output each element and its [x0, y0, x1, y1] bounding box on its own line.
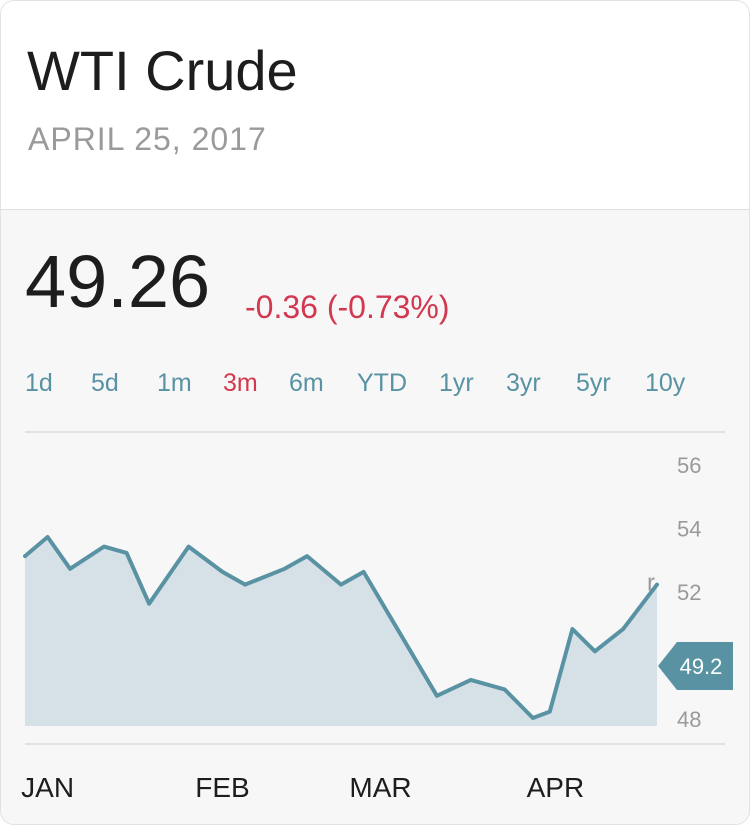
y-tick-label: 52	[677, 580, 701, 605]
y-tick-label: 48	[677, 707, 701, 732]
x-tick-label: MAR	[349, 772, 411, 803]
current-price-label: 49.2	[680, 654, 723, 679]
x-tick-label: JAN	[21, 772, 74, 803]
y-tick-label: 54	[677, 517, 701, 542]
price-area	[25, 537, 657, 726]
series-end-marker: r	[647, 570, 655, 597]
x-tick-label: APR	[527, 772, 585, 803]
quote-card: WTI Crude APRIL 25, 2017 49.26 -0.36 (-0…	[0, 0, 750, 825]
price-chart: 5654525048JANFEBMARAPRr49.2	[21, 431, 733, 803]
y-tick-label: 56	[677, 453, 701, 478]
x-tick-label: FEB	[195, 772, 249, 803]
